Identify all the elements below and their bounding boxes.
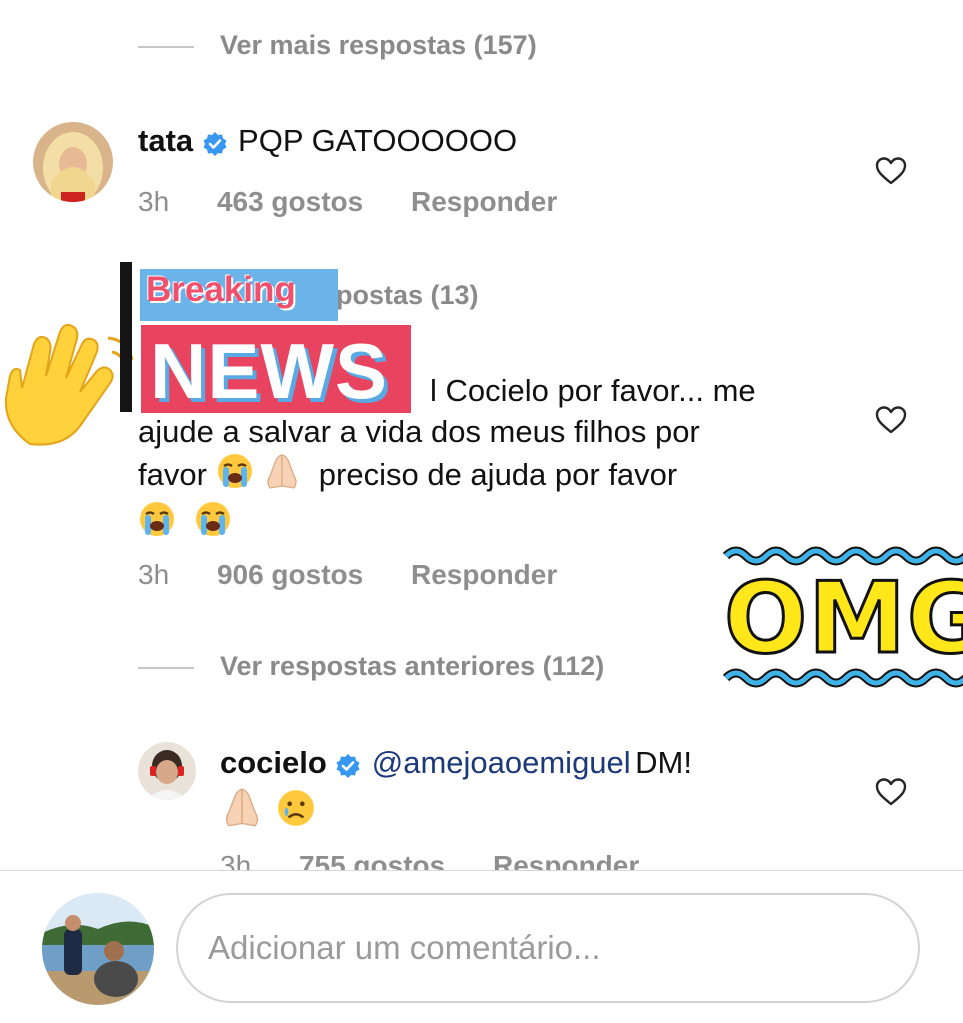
- news-sticker-text: NEWS: [150, 327, 388, 415]
- heart-icon[interactable]: [875, 405, 907, 435]
- crying-face-emoji: [216, 452, 254, 500]
- comment-time: 3h: [138, 559, 170, 590]
- comment-time: 3h: [220, 850, 252, 870]
- praying-hands-emoji: [220, 786, 264, 833]
- mention-link[interactable]: @amejoaoemiguel: [372, 745, 631, 780]
- reply-button[interactable]: Responder: [411, 559, 557, 590]
- username-cocielo[interactable]: cocielo: [220, 745, 327, 780]
- username-tata[interactable]: tata: [138, 123, 193, 158]
- comment-input[interactable]: [208, 895, 888, 1001]
- crying-face-emoji: [194, 500, 232, 543]
- omg-sticker-text: OMG: [722, 561, 963, 678]
- comment-text-line3b: preciso de ajuda por favor: [318, 457, 678, 492]
- waving-hand-icon: [0, 318, 140, 458]
- avatar-tata[interactable]: [33, 122, 113, 202]
- breaking-sticker-text: Breaking: [146, 270, 296, 309]
- comment-text-line3a: favor: [138, 457, 207, 492]
- avatar-current-user[interactable]: [42, 893, 154, 1005]
- view-replies-link[interactable]: postas (13): [336, 280, 479, 311]
- likes-count[interactable]: 755 gostos: [299, 850, 445, 870]
- divider-line: [138, 46, 194, 48]
- likes-count[interactable]: 906 gostos: [217, 559, 363, 590]
- sad-face-emoji: [276, 788, 316, 833]
- view-more-replies-link[interactable]: Ver mais respostas (157): [220, 30, 537, 61]
- reply-button[interactable]: Responder: [411, 186, 557, 217]
- heart-icon[interactable]: [875, 777, 907, 807]
- heart-icon[interactable]: [875, 156, 907, 186]
- comment-composer[interactable]: [176, 893, 920, 1003]
- view-previous-replies-link[interactable]: Ver respostas anteriores (112): [220, 651, 604, 682]
- comment-time: 3h: [138, 186, 170, 217]
- likes-count[interactable]: 463 gostos: [217, 186, 363, 217]
- composer-divider: [0, 870, 963, 871]
- comment-text-cocielo: DM!: [635, 745, 692, 780]
- verified-badge-icon: [335, 753, 361, 784]
- sticker-bar: [120, 262, 132, 412]
- praying-hands-emoji: [262, 452, 302, 500]
- reply-button[interactable]: Responder: [493, 850, 639, 870]
- avatar-cocielo[interactable]: [138, 742, 196, 800]
- divider-line: [138, 667, 194, 669]
- crying-face-emoji: [138, 500, 176, 543]
- comment-text-tata: PQP GATOOOOOO: [238, 123, 518, 158]
- comment-text-line2: ajude a salvar a vida dos meus filhos po…: [138, 414, 700, 449]
- verified-badge-icon: [202, 131, 228, 162]
